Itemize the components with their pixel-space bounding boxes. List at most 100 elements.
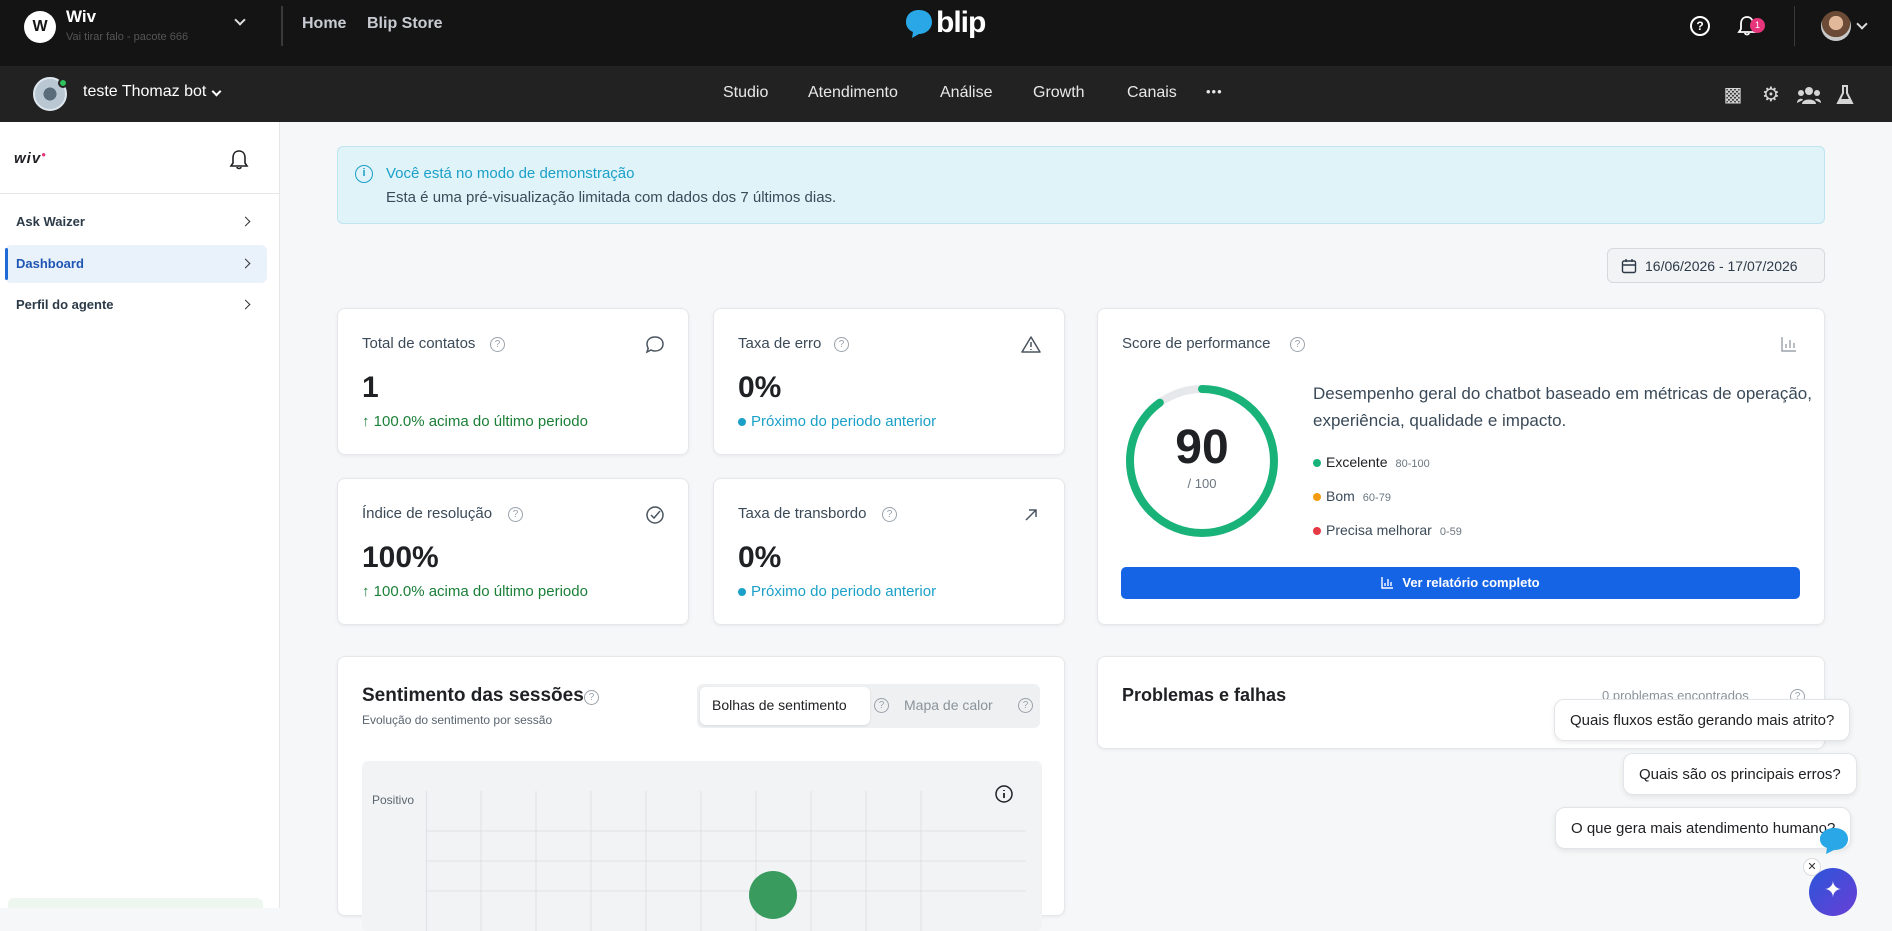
chevron-down-icon[interactable]	[234, 14, 246, 26]
legend-bom: Bom 60-79	[1313, 488, 1391, 504]
banner-title: Você está no modo de demonstração	[386, 165, 635, 182]
bubble-grid	[426, 791, 1026, 931]
info-icon[interactable]	[994, 784, 1014, 804]
score-value: 90	[1175, 421, 1229, 474]
metric-title: Índice de resolução	[362, 505, 493, 522]
sidebar-item-label: Dashboard	[16, 256, 84, 271]
chat-icon	[645, 336, 664, 354]
suggestion-chip[interactable]: Quais são os principais erros?	[1623, 753, 1857, 795]
suggestion-chip[interactable]: Quais fluxos estão gerando mais atrito?	[1554, 699, 1851, 741]
sidebar-item-label: Perfil do agente	[16, 297, 114, 312]
performance-title: Score de performance	[1122, 335, 1271, 352]
sidebar-item-perfil-do-agente[interactable]: Perfil do agente	[5, 286, 267, 324]
score-max: / 100	[1187, 476, 1217, 491]
home-link[interactable]: Home	[302, 15, 346, 33]
metric-value: 0%	[738, 371, 782, 404]
metric-trend: Próximo do periodo anterior	[738, 583, 936, 600]
metric-trend: ↑ 100.0% acima do último periodo	[362, 413, 588, 430]
metric-card-taxa-erro: Taxa de erro ? 0% Próximo do periodo ant…	[713, 308, 1065, 455]
metric-trend: Próximo do periodo anterior	[738, 413, 936, 430]
org-name[interactable]: Wiv	[66, 7, 96, 27]
banner-text: Esta é uma pré-visualização limitada com…	[386, 189, 837, 206]
bell-icon[interactable]	[229, 149, 249, 171]
gear-icon[interactable]: ⚙	[1760, 84, 1782, 106]
brand-name: blip	[936, 6, 986, 39]
divider	[1794, 6, 1795, 46]
puzzle-icon[interactable]: ▩	[1722, 84, 1744, 106]
metric-title: Taxa de transbordo	[738, 505, 867, 522]
team-icon[interactable]	[1797, 86, 1821, 104]
sidebar-item-label: Ask Waizer	[16, 214, 85, 229]
nav-studio[interactable]: Studio	[723, 84, 768, 102]
help-icon[interactable]: ?	[1018, 698, 1033, 713]
performance-description: Desempenho geral do chatbot baseado em m…	[1313, 384, 1812, 430]
help-icon[interactable]: ?	[834, 337, 849, 352]
help-icon[interactable]: ?	[584, 690, 599, 705]
flask-icon[interactable]	[1836, 84, 1854, 106]
problems-title: Problemas e falhas	[1122, 685, 1287, 705]
top-bar: W Wiv Vai tirar falo - pacote 666 Home B…	[0, 0, 1892, 66]
legend-excelente: Excelente 80-100	[1313, 454, 1430, 470]
tab-mapa-calor[interactable]: Mapa de calor	[904, 697, 993, 713]
sidebar-logo: wiv●	[14, 150, 48, 167]
blip-logo-icon	[906, 10, 932, 38]
tab-label[interactable]: Bolhas de sentimento	[712, 697, 847, 713]
calendar-icon	[1621, 259, 1637, 274]
bar-chart-icon[interactable]	[1780, 335, 1798, 353]
ai-assistant-button[interactable]: ✦	[1809, 868, 1857, 916]
metric-value: 1	[362, 371, 379, 404]
metric-value: 0%	[738, 541, 782, 574]
help-icon[interactable]: ?	[882, 507, 897, 522]
online-status-dot	[58, 78, 68, 88]
chevron-right-icon	[240, 258, 251, 269]
org-subtitle: Vai tirar falo - pacote 666	[66, 31, 189, 43]
demo-mode-banner: i Você está no modo de demonstração Esta…	[337, 146, 1825, 224]
sidebar: wiv● Ask Waizer Dashboard Perfil do agen…	[0, 122, 280, 908]
metric-card-total-contatos: Total de contatos ? 1 ↑ 100.0% acima do …	[337, 308, 689, 455]
sidebar-footer	[8, 898, 263, 908]
metric-card-taxa-transbordo: Taxa de transbordo ? 0% Próximo do perio…	[713, 478, 1065, 625]
notification-badge: 1	[1750, 18, 1765, 33]
user-avatar[interactable]	[1821, 11, 1851, 41]
check-circle-icon	[646, 506, 664, 524]
warning-icon	[1021, 336, 1041, 353]
sentiment-subtitle: Evolução do sentimento por sessão	[362, 713, 553, 727]
blip-store-link[interactable]: Blip Store	[367, 15, 443, 33]
full-report-button[interactable]: Ver relatório completo	[1121, 567, 1800, 599]
sentiment-title: Sentimento das sessões	[362, 685, 584, 706]
metric-value: 100%	[362, 541, 439, 574]
more-menu-icon[interactable]: •••	[1206, 84, 1223, 99]
nav-canais[interactable]: Canais	[1127, 84, 1177, 102]
nav-analise[interactable]: Análise	[940, 84, 992, 102]
help-icon[interactable]: ?	[874, 698, 889, 713]
help-icon[interactable]: ?	[508, 507, 523, 522]
help-icon[interactable]: ?	[1290, 337, 1305, 352]
sidebar-item-ask-waizer[interactable]: Ask Waizer	[5, 203, 267, 241]
suggestion-chip[interactable]: O que gera mais atendimento humano?	[1555, 807, 1852, 849]
metric-trend: ↑ 100.0% acima do último periodo	[362, 583, 588, 600]
info-icon: i	[355, 165, 373, 183]
nav-atendimento[interactable]: Atendimento	[808, 84, 898, 102]
nav-growth[interactable]: Growth	[1033, 84, 1085, 102]
help-icon[interactable]: ?	[490, 337, 505, 352]
bar-chart-icon	[1381, 577, 1394, 589]
sidebar-item-dashboard[interactable]: Dashboard	[5, 245, 267, 283]
chevron-right-icon	[240, 299, 251, 310]
date-range-label: 16/06/2026 - 17/07/2026	[1645, 258, 1798, 274]
help-icon[interactable]: ?	[1690, 16, 1710, 36]
chevron-right-icon	[240, 216, 251, 227]
y-axis-label: Positivo	[372, 793, 415, 807]
sentiment-bubble	[749, 871, 797, 919]
legend-precisa-melhorar: Precisa melhorar 0-59	[1313, 522, 1462, 538]
bubble-chart-area: Positivo	[362, 761, 1042, 931]
divider	[281, 6, 283, 46]
bot-selector[interactable]: teste Thomaz bot	[83, 83, 206, 101]
metric-title: Total de contatos	[362, 335, 476, 352]
metric-title: Taxa de erro	[738, 335, 822, 352]
divider	[0, 193, 279, 194]
arrow-up-right-icon	[1025, 509, 1037, 521]
chevron-down-icon[interactable]	[1856, 18, 1868, 30]
chat-bubble-icon[interactable]	[1816, 826, 1850, 856]
org-logo[interactable]: W	[24, 11, 56, 43]
date-range-picker[interactable]: 16/06/2026 - 17/07/2026	[1607, 248, 1825, 283]
